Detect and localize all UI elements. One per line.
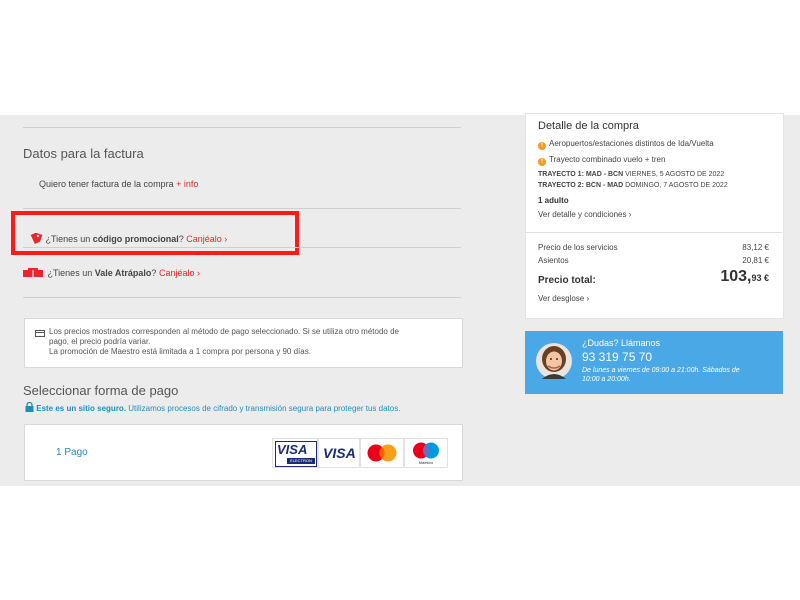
tag-icon	[30, 232, 43, 244]
route-1: TRAYECTO 1: MAD - BCN VIERNES, 5 AGOSTO …	[538, 171, 724, 178]
promo-redeem-link[interactable]: Canjéalo ›	[186, 234, 227, 244]
adults-count: 1 adulto	[538, 196, 569, 205]
secure-bold: Este es un sitio seguro.	[36, 404, 127, 413]
help-hours-line-1: De lunes a viernes de 09:00 a 21:00h. Sá…	[582, 367, 740, 374]
total-price: 103,93 €	[680, 268, 769, 286]
visa-logo: VISA	[318, 438, 360, 468]
mastercard-logo	[360, 438, 404, 468]
card-icon	[35, 330, 45, 337]
invoice-title: Datos para la factura	[23, 146, 144, 161]
notice-line-1: Los precios mostrados corresponden al mé…	[49, 327, 399, 336]
vale-row: ¿Tienes un Vale Atrápalo? Canjéalo ›	[23, 268, 200, 278]
divider	[23, 208, 461, 209]
promo-prefix: ¿Tienes un	[45, 234, 93, 244]
secure-text: Utilizamos procesos de cifrado y transmi…	[128, 404, 401, 413]
note-2-text: Trayecto combinado vuelo + tren	[549, 155, 666, 164]
summary-note-2: ! Trayecto combinado vuelo + tren	[538, 155, 665, 166]
route-1-label: TRAYECTO 1: MAD - BCN	[538, 171, 624, 178]
maestro-logo: Maestro	[404, 438, 448, 468]
notice-line-3: La promoción de Maestro está limitada a …	[49, 347, 311, 356]
help-phone[interactable]: 93 319 75 70	[582, 350, 652, 364]
visa-text: VISA	[323, 445, 356, 461]
total-price-dec: 93 €	[751, 273, 769, 283]
seats-value: 20,81 €	[742, 256, 769, 265]
summary-title: Detalle de la compra	[538, 120, 639, 132]
route-1-date: VIERNES, 5 AGOSTO DE 2022	[625, 171, 725, 178]
visa-electron-logo: VISA ELECTRON	[272, 438, 318, 468]
invoice-info-link[interactable]: + info	[176, 179, 198, 189]
visa-electron-text: VISA	[277, 442, 308, 457]
vale-suffix: ?	[151, 268, 157, 278]
secure-row: Este es un sitio seguro. Utilizamos proc…	[25, 401, 401, 413]
help-hours-line-2: 10:00 a 20:00h.	[582, 376, 631, 383]
voucher-icon	[23, 268, 43, 277]
mastercard-icon	[367, 444, 397, 462]
divider	[23, 297, 461, 298]
info-icon: !	[538, 158, 546, 166]
promo-suffix: ?	[178, 234, 184, 244]
lock-icon	[25, 401, 34, 412]
notice-line-2: pago, el precio podría variar.	[49, 337, 151, 346]
price-notice-box: Los precios mostrados corresponden al mé…	[24, 318, 463, 368]
details-link[interactable]: Ver detalle y condiciones ›	[538, 210, 631, 219]
vale-prefix: ¿Tienes un	[47, 268, 95, 278]
route-2-date: DOMINGO, 7 AGOSTO DE 2022	[625, 182, 728, 189]
notice-text: Los precios mostrados corresponden al mé…	[49, 327, 399, 357]
route-2-label: TRAYECTO 2: BCN - MAD	[538, 182, 624, 189]
promo-code-row: ¿Tienes un código promocional? Canjéalo …	[29, 232, 227, 244]
total-label: Precio total:	[538, 275, 596, 286]
maestro-icon	[413, 442, 439, 459]
divider	[23, 247, 461, 248]
info-icon: !	[538, 142, 546, 150]
payment-option-label: 1 Pago	[56, 447, 88, 458]
vale-bold: Vale Atrápalo	[94, 268, 152, 278]
divider	[526, 232, 782, 233]
breakdown-link[interactable]: Ver desglose ›	[538, 294, 589, 303]
payment-title: Seleccionar forma de pago	[23, 383, 179, 398]
vale-redeem-link[interactable]: Canjéalo ›	[159, 268, 200, 278]
help-box[interactable]: ¿Dudas? Llámanos 93 319 75 70 De lunes a…	[525, 331, 783, 394]
agent-avatar-icon	[536, 343, 572, 379]
electron-label: ELECTRON	[287, 458, 315, 464]
services-value: 83,12 €	[742, 243, 769, 252]
seats-label: Asientos	[538, 256, 569, 265]
divider	[23, 127, 461, 128]
note-1-text: Aeropuertos/estaciones distintos de Ida/…	[549, 139, 714, 148]
help-title: ¿Dudas? Llámanos	[582, 338, 661, 348]
invoice-label: Quiero tener factura de la compra	[39, 179, 174, 189]
help-hours: De lunes a viernes de 09:00 a 21:00h. Sá…	[582, 366, 740, 384]
total-price-int: 103,	[720, 268, 752, 285]
invoice-row: Quiero tener factura de la compra + info	[39, 179, 198, 189]
promo-bold: código promocional	[92, 234, 179, 244]
summary-note-1: ! Aeropuertos/estaciones distintos de Ida…	[538, 139, 714, 150]
services-label: Precio de los servicios	[538, 243, 618, 252]
route-2: TRAYECTO 2: BCN - MAD DOMINGO, 7 AGOSTO …	[538, 182, 728, 189]
maestro-text: Maestro	[418, 460, 434, 465]
